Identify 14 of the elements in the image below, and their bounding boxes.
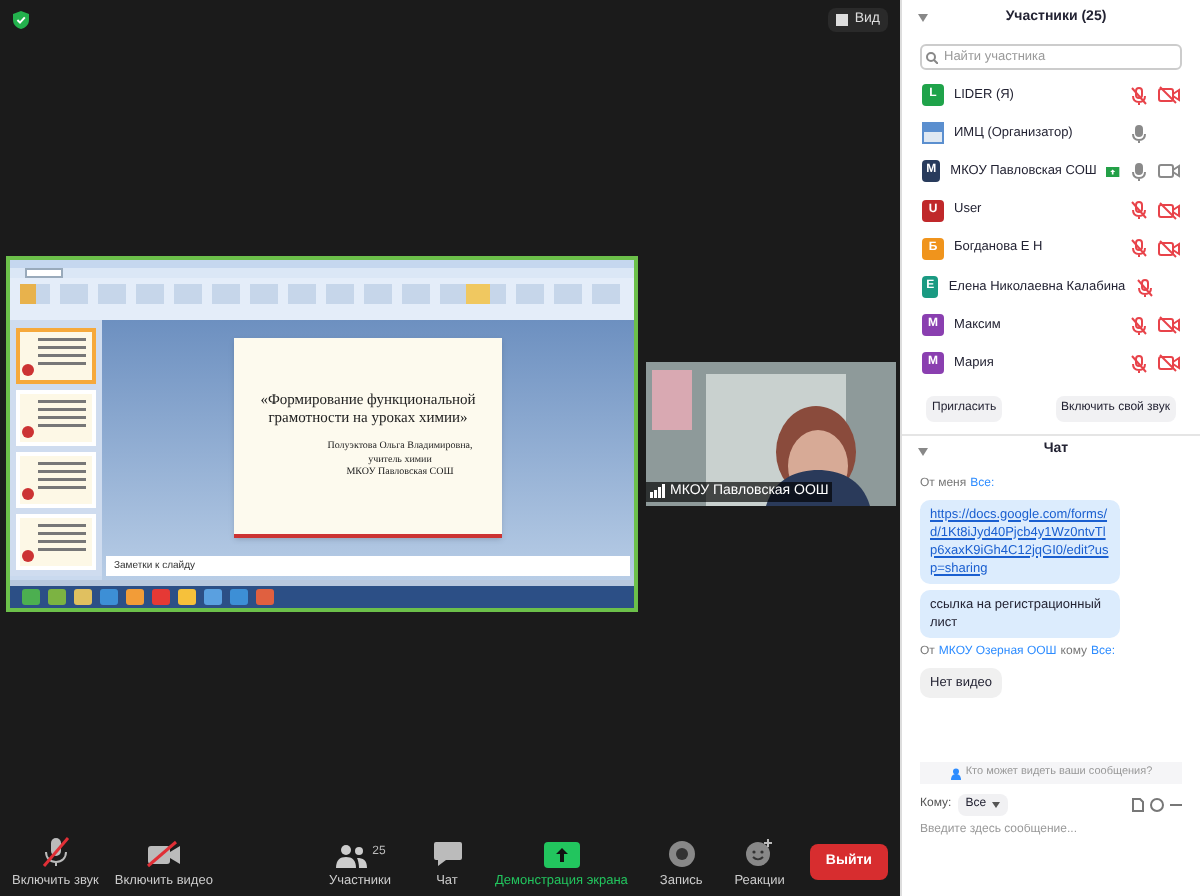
caret-icon [992, 802, 1001, 808]
collapse-icon [918, 14, 928, 22]
shield-icon [12, 10, 30, 30]
chat-bubble-icon [431, 840, 463, 869]
search-icon [926, 51, 938, 63]
collapse-icon [918, 447, 928, 455]
people-icon [334, 844, 371, 869]
smiley-plus-icon [744, 838, 775, 869]
share-screen-icon [543, 842, 580, 869]
record-icon [667, 840, 696, 869]
people-icon [949, 767, 962, 779]
avatar-picture-icon [922, 122, 944, 145]
file-icon [1132, 798, 1144, 812]
signal-bars-icon [650, 484, 666, 499]
